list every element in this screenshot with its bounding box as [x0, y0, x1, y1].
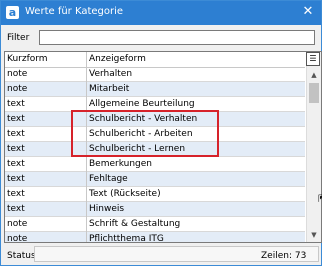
cell-anzeigeform: Allgemeine Beurteilung — [89, 99, 195, 109]
cell-kurzform: text — [7, 159, 25, 169]
cell-kurzform: text — [7, 189, 25, 199]
app-logo-icon: a — [6, 6, 19, 19]
cell-kurzform: text — [7, 144, 25, 154]
scroll-down-icon[interactable]: ▼ — [307, 228, 321, 242]
cell-kurzform: note — [7, 234, 28, 243]
table-row[interactable]: note Mitarbeit — [5, 82, 305, 97]
cell-anzeigeform: Fehltage — [89, 174, 128, 184]
table-row[interactable]: text Bemerkungen — [5, 157, 305, 172]
vertical-scrollbar[interactable]: ▲ ▼ — [306, 52, 321, 242]
cell-kurzform: text — [7, 174, 25, 184]
resize-cursor-icon: ⇱ — [318, 194, 322, 205]
cell-anzeigeform: Hinweis — [89, 204, 125, 214]
table-row[interactable]: text Hinweis — [5, 202, 305, 217]
table-row[interactable]: text Text (Rückseite) — [5, 187, 305, 202]
cell-kurzform: text — [7, 114, 25, 124]
filter-label: Filter — [7, 33, 30, 43]
cell-anzeigeform: Verhalten — [89, 69, 133, 79]
cell-kurzform: note — [7, 69, 28, 79]
cell-anzeigeform: Text (Rückseite) — [89, 189, 161, 199]
column-header-anzeigeform[interactable]: Anzeigeform — [89, 54, 146, 64]
cell-anzeigeform: Pflichtthema ITG — [89, 234, 164, 243]
filter-input[interactable] — [39, 30, 315, 45]
row-count: Zeilen: 73 — [261, 251, 307, 261]
table-row[interactable]: note Pflichtthema ITG — [5, 232, 305, 243]
grid-header: Kurzform Anzeigeform — [5, 52, 305, 68]
scroll-up-icon[interactable]: ▲ — [307, 68, 321, 82]
table-row[interactable]: note Schrift & Gestaltung — [5, 217, 305, 232]
cell-anzeigeform: Bemerkungen — [89, 159, 153, 169]
column-header-kurzform[interactable]: Kurzform — [7, 54, 48, 64]
table-row[interactable]: text Fehltage — [5, 172, 305, 187]
cell-kurzform: text — [7, 99, 25, 109]
close-button[interactable]: ✕ — [299, 3, 317, 21]
cell-anzeigeform: Mitarbeit — [89, 84, 130, 94]
dialog-window: a Werte für Kategorie ✕ Filter Kurzform … — [0, 0, 322, 266]
cell-kurzform: text — [7, 129, 25, 139]
title-bar[interactable]: a Werte für Kategorie ✕ — [1, 1, 321, 25]
table-row[interactable]: note Verhalten — [5, 67, 305, 82]
cell-kurzform: note — [7, 84, 28, 94]
annotation-highlight-box — [71, 110, 219, 157]
column-chooser-icon[interactable]: ☰ — [306, 52, 320, 66]
window-title: Werte für Kategorie — [25, 6, 124, 17]
cell-kurzform: text — [7, 204, 25, 214]
scroll-thumb[interactable] — [309, 83, 319, 103]
cell-anzeigeform: Schrift & Gestaltung — [89, 219, 181, 229]
status-label: Status — [7, 251, 36, 261]
cell-kurzform: note — [7, 219, 28, 229]
